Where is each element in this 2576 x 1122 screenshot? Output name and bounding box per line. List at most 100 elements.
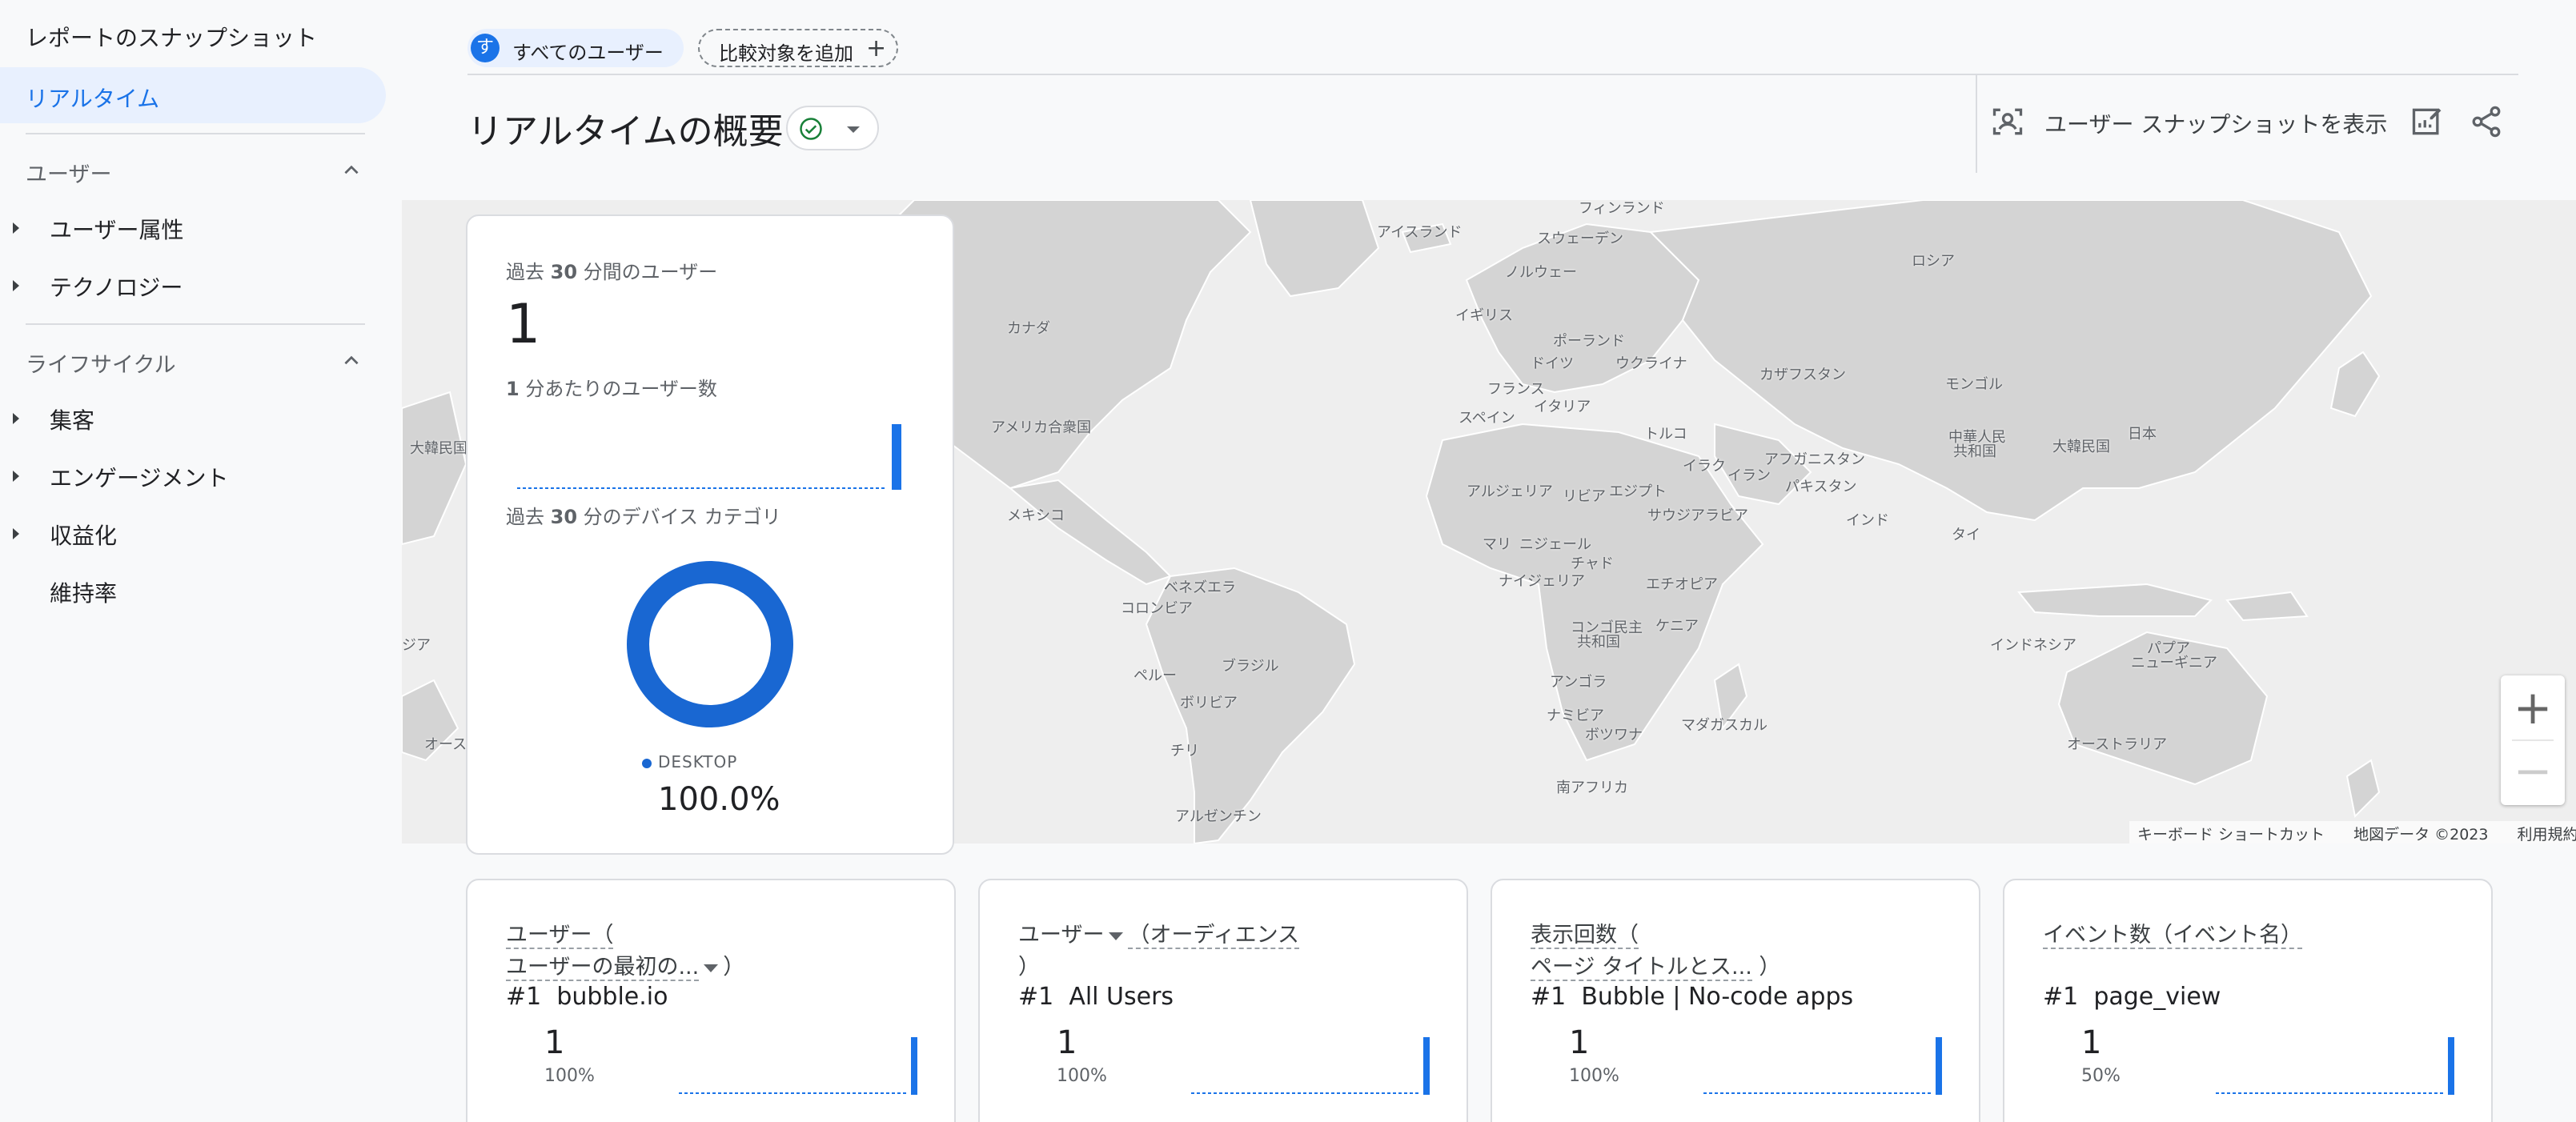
map-label: 大韓民国: [2052, 439, 2110, 455]
map-label: ナイジェリア: [1499, 573, 1585, 590]
nav-realtime[interactable]: リアルタイム: [0, 67, 386, 123]
keyboard-shortcuts-link[interactable]: キーボード ショートカット: [2137, 826, 2325, 844]
caret-right-icon[interactable]: [13, 280, 19, 291]
card-sparkline: [679, 1037, 917, 1095]
nav-section-users[interactable]: ユーザー: [26, 157, 111, 188]
card-dimension-tail: ）: [723, 955, 745, 980]
label-suffix: 分のデバイス カテゴリ: [577, 506, 781, 528]
map-label: メキシコ: [1007, 507, 1065, 524]
map-zoom-controls: + −: [2501, 675, 2565, 805]
chevron-up-icon[interactable]: [341, 160, 362, 181]
customize-report-icon[interactable]: [2409, 104, 2445, 139]
device-category-donut[interactable]: [626, 560, 794, 728]
map-label: アイスランド: [1377, 224, 1463, 241]
card-metric[interactable]: ユーザー（: [506, 923, 614, 949]
device-category-label: 過去 30 分のデバイス カテゴリ: [506, 501, 781, 529]
map-label: サウジアラビア: [1647, 507, 1748, 524]
map-label: ニジェール: [1519, 536, 1591, 553]
card-top-item: #1 Bubble | No-code apps: [1531, 983, 1853, 1011]
caret-right-icon[interactable]: [13, 528, 19, 539]
audience-chip-all-users[interactable]: す すべてのユーザー: [467, 29, 684, 67]
card-dimension[interactable]: ページ タイトルとス... ）: [1531, 949, 1781, 981]
data-quality-status-button[interactable]: [786, 106, 879, 150]
caret-right-icon[interactable]: [13, 471, 19, 482]
users-per-minute-sparkline: [517, 424, 901, 490]
map-label: モンゴル: [1945, 376, 2003, 393]
share-icon[interactable]: [2469, 104, 2504, 139]
add-comparison-label: 比較対象を追加: [719, 42, 853, 65]
map-label: アルゼンチン: [1175, 808, 1262, 825]
map-label: カザフスタン: [1759, 367, 1846, 383]
map-label: ノルウェー: [1505, 264, 1577, 281]
card-users-by-first-source: ユーザー（ ユーザーの最初の... ） #1 bubble.io 1 100%: [466, 879, 956, 1122]
map-label: ベネズエラ: [1164, 579, 1236, 596]
users-last-30-min-label: 過去 30 分間のユーザー: [506, 256, 717, 284]
dropdown-arrow-icon[interactable]: [704, 964, 719, 972]
map-label: イラク: [1683, 458, 1726, 475]
add-comparison-button[interactable]: 比較対象を追加 +: [698, 29, 898, 67]
map-label: エチオピア: [1646, 576, 1718, 593]
map-label: ニューギニア: [2131, 655, 2217, 671]
top-item-percent: 50%: [2081, 1066, 2121, 1086]
map-label: イギリス: [1455, 307, 1513, 324]
map-label: ジア: [402, 637, 431, 654]
map-label: ウクライナ: [1615, 355, 1687, 372]
card-dimension-tail: ）: [1759, 955, 1781, 980]
card-metric[interactable]: ユーザー: [1018, 923, 1104, 948]
card-sparkline: [1703, 1037, 1942, 1095]
chevron-up-icon[interactable]: [341, 351, 362, 371]
check-circle-icon: [800, 118, 822, 140]
map-label: カナダ: [1007, 320, 1050, 337]
top-item-name: page_view: [2093, 983, 2221, 1011]
map-label: ドイツ: [1531, 355, 1574, 372]
nav-section-lifecycle[interactable]: ライフサイクル: [26, 347, 176, 379]
map-label: スペイン: [1459, 410, 1515, 427]
nav-engagement[interactable]: エンゲージメント: [50, 461, 228, 493]
nav-user-attributes[interactable]: ユーザー属性: [50, 213, 183, 245]
zoom-out-button[interactable]: −: [2501, 741, 2565, 805]
dropdown-arrow-icon[interactable]: [1109, 932, 1124, 940]
realtime-users-card: 過去 30 分間のユーザー 1 1 分あたりのユーザー数 過去 30 分のデバイ…: [466, 214, 954, 855]
desktop-percentage: 100.0%: [658, 781, 780, 818]
map-label: パキスタン: [1785, 479, 1857, 495]
dropdown-arrow-icon: [847, 126, 860, 133]
map-label: アメリカ合衆国: [991, 419, 1092, 436]
card-dimension-label[interactable]: （オーディエンス: [1128, 923, 1300, 949]
nav-retention[interactable]: 維持率: [50, 576, 117, 608]
top-item-name: Bubble | No-code apps: [1581, 983, 1854, 1011]
map-label: 大韓民国: [410, 440, 467, 457]
card-dimension-label: ページ タイトルとス...: [1531, 955, 1752, 981]
card-events-by-event-name: イベント数（イベント名） #1 page_view 1 50%: [2003, 879, 2493, 1122]
top-item-value: 1: [2081, 1024, 2102, 1061]
label-prefix: 過去: [506, 506, 551, 528]
terms-link[interactable]: 利用規約: [2518, 826, 2576, 844]
top-item-percent: 100%: [1569, 1066, 1619, 1086]
users-last-30-min-value: 1: [506, 293, 541, 356]
map-label: ボツワナ: [1585, 727, 1643, 743]
card-metric[interactable]: イベント数: [2043, 923, 2151, 949]
map-label: コロンビア: [1121, 600, 1193, 617]
caret-right-icon[interactable]: [13, 222, 19, 234]
avatar: す: [471, 34, 500, 62]
card-metric[interactable]: 表示回数（: [1531, 923, 1639, 949]
caret-right-icon[interactable]: [13, 413, 19, 424]
card-heading: イベント数（イベント名）: [2043, 917, 2302, 949]
user-snapshot-icon[interactable]: [1990, 104, 2025, 139]
card-dimension[interactable]: ユーザーの最初の... ）: [506, 949, 745, 981]
map-label: ナミビア: [1547, 707, 1604, 724]
map-label: マダガスカル: [1681, 717, 1767, 734]
map-label: アフガニスタン: [1764, 451, 1865, 468]
nav-acquisition[interactable]: 集客: [50, 403, 94, 435]
view-user-snapshot-button[interactable]: ユーザー スナップショットを表示: [2044, 107, 2387, 139]
map-label: オーストラリア: [2067, 736, 2168, 753]
nav-monetization[interactable]: 収益化: [50, 519, 117, 551]
top-item-name: All Users: [1069, 983, 1174, 1011]
card-dimension-label[interactable]: （イベント名）: [2151, 923, 2302, 949]
map-label: ポーランド: [1553, 333, 1625, 350]
nav-report-snapshot[interactable]: レポートのスナップショット: [26, 21, 317, 53]
map-label: ロシア: [1912, 253, 1955, 270]
sidebar: レポートのスナップショット リアルタイム ユーザー ユーザー属性 テクノロジー …: [0, 0, 392, 1122]
zoom-in-button[interactable]: +: [2501, 675, 2565, 739]
map-label: アンゴラ: [1550, 674, 1607, 691]
nav-technology[interactable]: テクノロジー: [50, 270, 183, 303]
